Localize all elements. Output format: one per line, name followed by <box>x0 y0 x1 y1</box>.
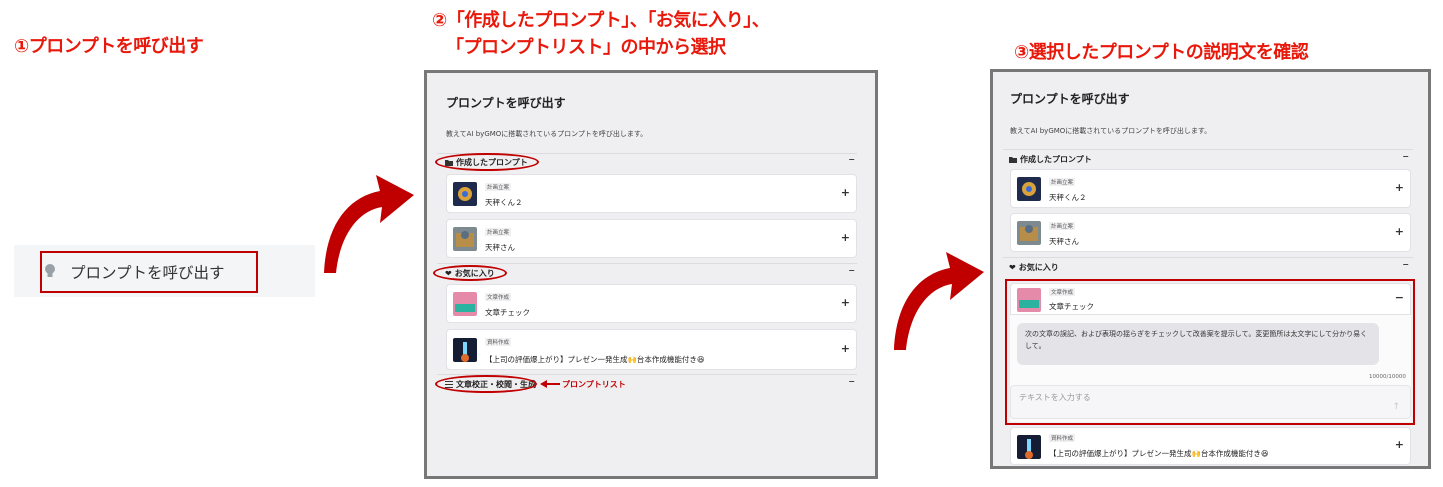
expand-toggle[interactable]: + <box>841 231 850 244</box>
step1-title: ①プロンプトを呼び出す <box>14 36 204 57</box>
expand-toggle[interactable]: + <box>1395 438 1404 451</box>
highlight-ellipse <box>435 153 539 171</box>
input-placeholder: テキストを入力する <box>1019 393 1091 402</box>
heart-icon: ❤ <box>1009 263 1016 272</box>
prompt-card[interactable]: 計画立案 天秤くん２ + <box>1010 169 1411 208</box>
section-created-label: 作成したプロンプト <box>1020 155 1092 164</box>
prompt-card[interactable]: 計画立案 天秤さん + <box>1010 213 1411 252</box>
char-counter: 10000/10000 <box>1369 374 1406 380</box>
highlight-box <box>40 251 258 293</box>
collapse-toggle[interactable]: − <box>848 377 855 386</box>
step3-title: ③選択したプロンプトの説明文を確認 <box>1014 42 1309 63</box>
prompt-card[interactable]: 文章作成 文章チェック + <box>446 284 857 323</box>
curved-arrow-1 <box>324 175 414 273</box>
highlight-ellipse <box>435 375 537 393</box>
prompt-panel-left: プロンプトを呼び出す 教えてAI byGMOに搭載されているプロンプトを呼び出し… <box>424 70 878 479</box>
curved-arrow-2 <box>894 252 984 350</box>
prompt-name: 【上司の評価爆上がり】プレゼン一発生成🙌台本作成機能付き😆 <box>1049 449 1269 458</box>
collapse-toggle[interactable]: − <box>1402 152 1409 161</box>
prompt-thumbnail <box>1017 221 1041 245</box>
prompt-name: 文章チェック <box>1049 302 1094 311</box>
category-tag: 計画立案 <box>485 183 512 191</box>
send-arrow-icon[interactable]: ↑ <box>1392 402 1400 412</box>
section-created[interactable]: 作成したプロンプト − <box>1009 152 1411 165</box>
prompt-description-bubble: 次の文章の誤記、および表現の揺らぎをチェックして改善案を提示して。変更箇所は太文… <box>1017 323 1379 365</box>
prompt-panel-right: プロンプトを呼び出す 教えてAI byGMOに搭載されているプロンプトを呼び出し… <box>990 69 1431 469</box>
category-tag: 文章作成 <box>1049 288 1076 296</box>
prompt-thumbnail <box>1017 435 1041 459</box>
collapse-toggle[interactable]: − <box>1402 260 1409 269</box>
prompt-name: 文章チェック <box>485 308 530 317</box>
category-tag: 資料作成 <box>1049 434 1076 442</box>
category-tag: 計画立案 <box>1049 222 1076 230</box>
expand-toggle[interactable]: + <box>841 296 850 309</box>
text-input-field[interactable]: テキストを入力する ↑ <box>1010 385 1411 419</box>
prompt-launcher-bar: プロンプトを呼び出す <box>14 245 315 297</box>
panel-description: 教えてAI byGMOに搭載されているプロンプトを呼び出します。 <box>446 130 648 138</box>
annotation-arrow-icon <box>540 380 560 388</box>
prompt-thumbnail <box>453 182 477 206</box>
prompt-card-expanded[interactable]: 文章作成 文章チェック − <box>1010 283 1411 315</box>
prompt-name: 天秤くん２ <box>485 198 523 207</box>
expand-toggle[interactable]: + <box>841 186 850 199</box>
category-tag: 計画立案 <box>1049 178 1076 186</box>
section-favorites-label: お気に入り <box>1018 263 1059 272</box>
prompt-name: 【上司の評価爆上がり】プレゼン一発生成🙌台本作成機能付き😆 <box>485 355 705 364</box>
prompt-thumbnail <box>453 292 477 316</box>
prompt-card[interactable]: 計画立案 天秤くん２ + <box>446 174 857 213</box>
section-favorites[interactable]: ❤ お気に入り − <box>1009 260 1411 273</box>
folder-icon <box>1009 157 1017 163</box>
prompt-name: 天秤くん２ <box>1049 193 1087 202</box>
collapse-toggle[interactable]: − <box>848 266 855 275</box>
panel-description: 教えてAI byGMOに搭載されているプロンプトを呼び出します。 <box>1010 127 1212 135</box>
expand-toggle[interactable]: + <box>1395 181 1404 194</box>
category-tag: 文章作成 <box>485 293 512 301</box>
step2-title-line2: 「プロンプトリスト」の中から選択 <box>446 37 726 58</box>
expand-toggle[interactable]: + <box>841 342 850 355</box>
divider <box>437 263 857 264</box>
prompt-card[interactable]: 資料作成 【上司の評価爆上がり】プレゼン一発生成🙌台本作成機能付き😆 + <box>1010 427 1411 465</box>
prompt-thumbnail <box>1017 288 1041 312</box>
step2-title-line1: ②「作成したプロンプト」、「お気に入り」、 <box>432 10 770 31</box>
prompt-thumbnail <box>1017 177 1041 201</box>
divider <box>1003 257 1413 258</box>
category-tag: 資料作成 <box>485 338 512 346</box>
prompt-thumbnail <box>453 227 477 251</box>
highlight-ellipse <box>433 265 507 281</box>
expand-toggle[interactable]: + <box>1395 225 1404 238</box>
prompt-name: 天秤さん <box>1049 237 1079 246</box>
prompt-card[interactable]: 資料作成 【上司の評価爆上がり】プレゼン一発生成🙌台本作成機能付き😆 + <box>446 329 857 370</box>
prompt-name: 天秤さん <box>485 243 515 252</box>
prompt-card[interactable]: 計画立案 天秤さん + <box>446 219 857 258</box>
prompt-thumbnail <box>453 338 477 362</box>
collapse-toggle[interactable]: − <box>848 155 855 164</box>
prompt-list-annotation: プロンプトリスト <box>562 380 626 389</box>
divider <box>1003 149 1413 150</box>
category-tag: 計画立案 <box>485 228 512 236</box>
panel-title: プロンプトを呼び出す <box>446 96 566 110</box>
panel-title: プロンプトを呼び出す <box>1010 92 1130 106</box>
collapse-toggle[interactable]: − <box>1395 291 1404 304</box>
